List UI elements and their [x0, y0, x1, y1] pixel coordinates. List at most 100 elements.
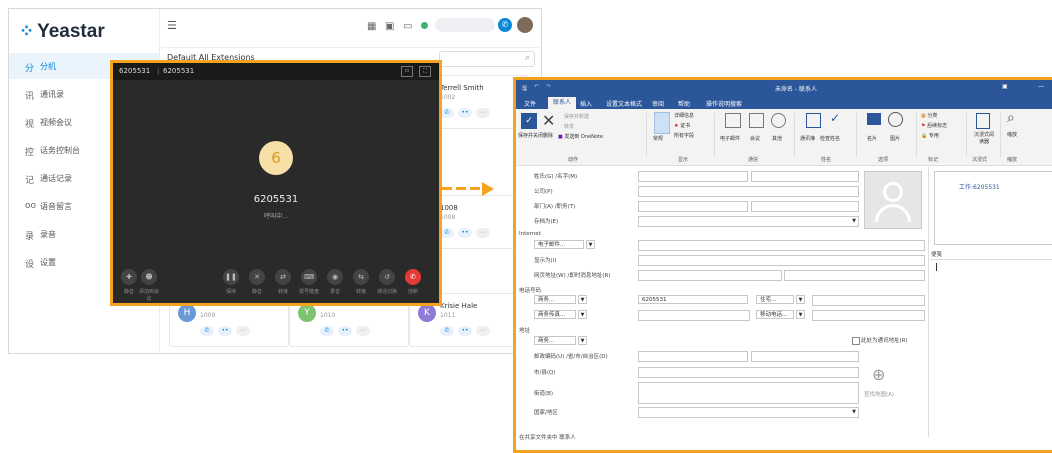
call-control-button[interactable]: ↺	[379, 269, 395, 285]
notes-area[interactable]	[930, 259, 1052, 438]
delete-icon[interactable]: ✕	[542, 111, 555, 130]
minimize-icon[interactable]: —	[1038, 83, 1044, 90]
business-fax-field[interactable]	[638, 310, 750, 321]
call-control-button[interactable]: ⇄	[275, 269, 291, 285]
search-input[interactable]: ⌕	[439, 51, 535, 67]
follow-up-button[interactable]: ⚑ 后续标志	[921, 122, 947, 129]
save-close-icon[interactable]: ✓	[521, 113, 537, 129]
country-select[interactable]: ▼	[638, 407, 859, 418]
normal-view-button[interactable]: 常规	[653, 135, 663, 142]
call-icon[interactable]: ✆	[440, 108, 454, 118]
meeting-icon[interactable]	[749, 113, 764, 128]
save-new-button[interactable]: 保存并新建	[564, 113, 589, 120]
status-pill[interactable]	[435, 18, 495, 32]
ribbon-display-icon[interactable]: ▣	[1002, 83, 1008, 90]
home-phone-field[interactable]	[812, 295, 925, 306]
save-close-button[interactable]: 保存并关闭	[518, 132, 543, 139]
call-control-button[interactable]: ✆	[405, 269, 421, 285]
business-phone-button[interactable]: 商务...	[534, 295, 576, 304]
chevron-down-icon[interactable]: ▼	[796, 310, 805, 319]
desktop-icon[interactable]: ▭	[403, 21, 412, 32]
first-name-field[interactable]	[751, 171, 859, 182]
more-icon[interactable]: ⋯	[476, 228, 490, 238]
certificates-button[interactable]: ♠ 证书	[674, 122, 690, 129]
picture-button[interactable]: 图片	[890, 135, 900, 142]
chat-icon[interactable]: ••	[338, 326, 352, 336]
delete-button[interactable]: 删除	[543, 132, 553, 139]
email-type-button[interactable]: 电子邮件...	[534, 240, 584, 249]
display-as-field[interactable]	[638, 255, 925, 266]
zip-field[interactable]	[638, 351, 748, 362]
chat-icon[interactable]: ••	[458, 108, 472, 118]
all-fields-button[interactable]: 所有字段	[674, 132, 694, 139]
business-card-icon[interactable]	[867, 113, 881, 125]
job-title-field[interactable]	[751, 201, 859, 212]
email-icon[interactable]	[725, 113, 741, 128]
chat-icon[interactable]: ••	[218, 326, 232, 336]
onenote-button[interactable]: ■ 发送到 OneNote	[558, 133, 603, 140]
redo-icon[interactable]: ↷	[546, 83, 551, 90]
zoom-icon[interactable]: ⌕	[1007, 110, 1015, 126]
undo-icon[interactable]: ↶	[534, 83, 539, 90]
file-as-select[interactable]: ▼	[638, 216, 859, 227]
check-names-icon[interactable]: ✓	[830, 111, 840, 125]
immersive-reader-icon[interactable]	[976, 113, 990, 129]
more-icon[interactable]: ⋯	[356, 326, 370, 336]
im-address-field[interactable]	[784, 270, 925, 281]
mailing-address-checkbox[interactable]	[852, 337, 860, 345]
home-phone-button[interactable]: 住宅...	[756, 295, 794, 304]
chevron-down-icon[interactable]: ▼	[578, 310, 587, 319]
business-fax-button[interactable]: 商务传真...	[534, 310, 576, 319]
more-icon[interactable]: ⋯	[476, 108, 490, 118]
zoom-button[interactable]: 缩放	[1007, 131, 1017, 138]
chat-icon[interactable]: ••	[458, 228, 472, 238]
chevron-down-icon[interactable]: ▼	[586, 240, 595, 249]
address-book-icon[interactable]	[806, 113, 821, 128]
call-control-button[interactable]: ✕	[249, 269, 265, 285]
categorize-button[interactable]: ▦ 分类	[921, 112, 937, 119]
chevron-down-icon[interactable]: ▼	[796, 295, 805, 304]
ribbon-tab[interactable]: 文件	[524, 99, 536, 108]
ribbon-tab[interactable]: 审阅	[652, 99, 664, 108]
business-card-button[interactable]: 名片	[867, 135, 877, 142]
check-names-button[interactable]: 检查姓名	[820, 135, 840, 142]
call-side-button[interactable]: ☻	[141, 269, 157, 285]
call-icon[interactable]: ✆	[440, 326, 454, 336]
picture-icon[interactable]	[888, 112, 903, 127]
web-page-field[interactable]	[638, 270, 782, 281]
keypad-icon[interactable]: ▣	[385, 21, 394, 32]
chat-icon[interactable]: ••	[458, 326, 472, 336]
province-field[interactable]	[751, 351, 859, 362]
other-icon[interactable]	[771, 113, 786, 128]
presence-dot[interactable]	[421, 22, 428, 29]
details-button[interactable]: 详细信息	[674, 112, 694, 119]
qr-icon[interactable]: ▦	[367, 21, 376, 32]
contact-photo[interactable]	[864, 171, 922, 229]
call-control-button[interactable]: ◉	[327, 269, 343, 285]
street-field[interactable]	[638, 382, 859, 404]
last-name-field[interactable]	[638, 171, 748, 182]
call-icon[interactable]: ✆	[200, 326, 214, 336]
call-icon[interactable]: ✆	[440, 228, 454, 238]
other-button[interactable]: 其他	[772, 135, 782, 142]
mobile-phone-button[interactable]: 移动电话...	[756, 310, 794, 319]
call-control-button[interactable]: ⇆	[353, 269, 369, 285]
chevron-down-icon[interactable]: ▼	[578, 336, 587, 345]
city-field[interactable]	[638, 367, 859, 378]
user-avatar[interactable]	[517, 17, 533, 33]
address-book-button[interactable]: 通讯簿	[800, 135, 815, 142]
call-side-button[interactable]: ✚	[121, 269, 137, 285]
call-control-button[interactable]: ❚❚	[223, 269, 239, 285]
map-globe-icon[interactable]: ⊕	[872, 365, 885, 384]
expand-icon[interactable]: ⛶	[419, 66, 431, 77]
department-field[interactable]	[638, 201, 748, 212]
ribbon-tab[interactable]: 操作说明搜索	[706, 99, 742, 108]
ribbon-tab[interactable]: 帮助	[678, 99, 690, 108]
private-button[interactable]: 🔒 专用	[921, 132, 939, 139]
collapse-menu-icon[interactable]: ☰	[167, 19, 177, 32]
mobile-phone-field[interactable]	[812, 310, 925, 321]
meeting-button[interactable]: 会议	[750, 135, 760, 142]
ribbon-tab[interactable]: 设置文本格式	[606, 99, 642, 108]
more-icon[interactable]: ⋯	[236, 326, 250, 336]
ribbon-tab[interactable]: 插入	[580, 99, 592, 108]
